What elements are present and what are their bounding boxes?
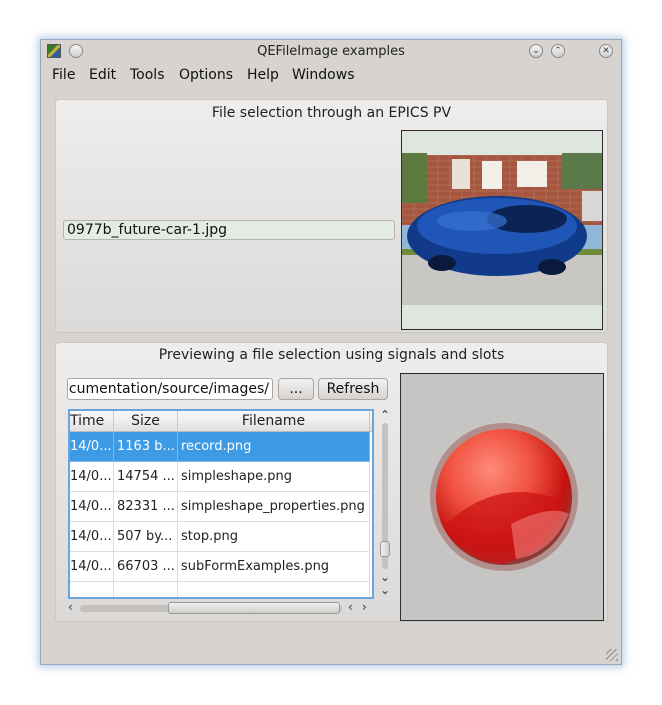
signals-slots-group: Previewing a file selection using signal… xyxy=(55,342,608,622)
table-header: Time Size Filename xyxy=(70,411,372,432)
cell-size: 14754 ... xyxy=(114,462,178,492)
cell-filename: subFormExamples.png xyxy=(178,552,370,582)
red-record-button-image xyxy=(430,423,578,571)
resize-grip-icon[interactable] xyxy=(606,649,618,661)
column-size[interactable]: Size xyxy=(114,411,178,431)
file-table[interactable]: Time Size Filename 14/0... 1163 b... rec… xyxy=(68,409,374,599)
menu-file[interactable]: File xyxy=(52,66,75,84)
table-row[interactable]: 14/0... 507 by... stop.png xyxy=(70,522,370,552)
column-time[interactable]: Time xyxy=(70,411,114,431)
preview-image-display xyxy=(400,373,604,621)
cell-size: 507 by... xyxy=(114,522,178,552)
cell-filename: simpleshape.png xyxy=(178,462,370,492)
cell-time: 14/0... xyxy=(70,432,114,462)
cell-time: 14/0... xyxy=(70,462,114,492)
scroll-up-icon[interactable]: ⌃ xyxy=(380,409,390,421)
pv-file-selection-group: File selection through an EPICS PV 0977b… xyxy=(55,99,608,333)
app-icon[interactable] xyxy=(47,44,61,58)
scroll-down-icon[interactable]: ⌄ xyxy=(380,571,390,583)
scroll-left-icon[interactable]: ‹ xyxy=(348,601,353,613)
cell-empty xyxy=(114,582,178,597)
table-row[interactable]: 14/0... 1163 b... record.png xyxy=(70,432,370,462)
cell-time: 14/0... xyxy=(70,552,114,582)
signals-group-title: Previewing a file selection using signal… xyxy=(158,347,505,363)
close-icon[interactable]: ✕ xyxy=(599,44,613,58)
refresh-button[interactable]: Refresh xyxy=(318,378,388,400)
cell-empty xyxy=(178,582,370,597)
directory-path-text: /documentation/source/images xyxy=(67,381,269,397)
pv-group-title: File selection through an EPICS PV xyxy=(211,105,452,121)
scroll-thumb[interactable] xyxy=(168,602,340,614)
cell-size: 66703 ... xyxy=(114,552,178,582)
menu-windows[interactable]: Windows xyxy=(292,66,355,84)
cell-time: 14/0... xyxy=(70,492,114,522)
menu-help[interactable]: Help xyxy=(247,66,279,84)
browse-button[interactable]: ... xyxy=(278,378,314,400)
minimize-icon[interactable]: ⌄ xyxy=(529,44,543,58)
menu-edit[interactable]: Edit xyxy=(89,66,116,84)
menu-tools[interactable]: Tools xyxy=(130,66,165,84)
cell-empty xyxy=(70,582,114,597)
table-horizontal-scrollbar[interactable]: ‹ ‹ › xyxy=(68,601,374,615)
car-photo-image xyxy=(402,153,602,305)
table-row[interactable]: 14/0... 82331 ... simpleshape_properties… xyxy=(70,492,370,522)
column-filename[interactable]: Filename xyxy=(178,411,370,431)
window-title: QEFileImage examples xyxy=(257,44,405,59)
cell-filename: simpleshape_properties.png xyxy=(178,492,370,522)
pv-image-display xyxy=(401,130,603,330)
table-row[interactable]: 14/0... 14754 ... simpleshape.png xyxy=(70,462,370,492)
app-window: QEFileImage examples ⌄ ⌃ ✕ File Edit Too… xyxy=(40,39,622,665)
pv-filename-field[interactable]: 0977b_future-car-1.jpg xyxy=(63,220,395,240)
maximize-icon[interactable]: ⌃ xyxy=(551,44,565,58)
menu-bar: File Edit Tools Options Help Windows xyxy=(41,64,621,86)
window-menu-icon[interactable] xyxy=(69,44,83,58)
table-row[interactable]: 14/0... 66703 ... subFormExamples.png xyxy=(70,552,370,582)
scroll-right-icon[interactable]: › xyxy=(362,601,367,613)
cell-filename: record.png xyxy=(178,432,370,462)
scroll-thumb[interactable] xyxy=(380,541,390,557)
menu-options[interactable]: Options xyxy=(179,66,233,84)
table-vertical-scrollbar[interactable]: ⌃ ⌄ ⌄ xyxy=(378,409,392,599)
cell-size: 82331 ... xyxy=(114,492,178,522)
title-bar[interactable]: QEFileImage examples ⌄ ⌃ ✕ xyxy=(41,40,621,64)
cell-filename: stop.png xyxy=(178,522,370,552)
table-row-partial[interactable] xyxy=(70,582,370,597)
directory-path-input[interactable]: /documentation/source/images xyxy=(67,378,273,400)
cell-time: 14/0... xyxy=(70,522,114,552)
scroll-down-icon[interactable]: ⌄ xyxy=(380,584,390,596)
scroll-left-icon[interactable]: ‹ xyxy=(68,601,73,613)
cell-size: 1163 b... xyxy=(114,432,178,462)
